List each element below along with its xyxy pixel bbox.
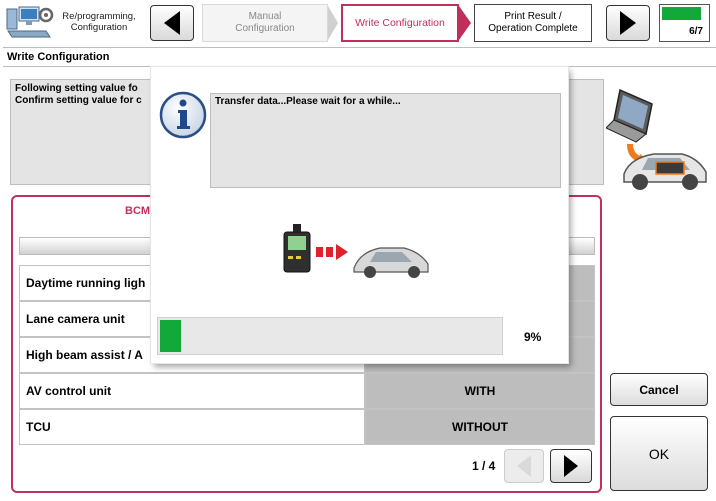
triangle-right-icon — [564, 455, 578, 477]
step-arrow-separator — [328, 6, 338, 40]
setting-name: AV control unit — [19, 373, 365, 409]
table-row[interactable]: TCU WITHOUT — [19, 409, 595, 445]
step-progress-fill — [662, 7, 701, 20]
next-button[interactable] — [606, 5, 650, 41]
step-write-configuration: Write Configuration — [341, 4, 459, 42]
laptop-car-icon — [606, 88, 707, 190]
cancel-button[interactable]: Cancel — [610, 373, 708, 406]
pc-gear-icon — [6, 6, 54, 38]
info-icon — [159, 91, 207, 139]
triangle-left-icon — [517, 455, 531, 477]
transfer-progress-percent: 9% — [524, 330, 542, 344]
transfer-progress-dialog: Transfer data...Please wait for a while.… — [151, 67, 568, 363]
page-title: Write Configuration — [3, 47, 716, 67]
next-page-button[interactable] — [550, 449, 592, 483]
setting-name: TCU — [19, 409, 365, 445]
vi-to-car-icon — [283, 224, 429, 278]
dialog-message: Transfer data...Please wait for a while.… — [210, 93, 561, 188]
step-progress-label: 6/7 — [689, 26, 703, 37]
table-row[interactable]: AV control unit WITH — [19, 373, 595, 409]
page-indicator: 1 / 4 — [472, 459, 496, 473]
previous-page-button[interactable] — [504, 449, 544, 483]
step-reprogramming-label: Re/programming, Configuration — [62, 11, 136, 33]
transfer-progress-bar — [157, 317, 503, 355]
tab-bcm[interactable]: BCM — [125, 205, 150, 217]
triangle-right-icon — [620, 11, 636, 35]
back-button[interactable] — [150, 5, 194, 41]
step-arrow-separator — [459, 6, 471, 40]
triangle-left-icon — [164, 11, 180, 35]
ok-button[interactable]: OK — [610, 416, 708, 491]
setting-value: WITH — [365, 373, 595, 409]
step-progress-indicator: 6/7 — [659, 4, 710, 42]
transfer-progress-fill — [160, 320, 181, 352]
step-navigation-bar: Re/programming, Configuration Manual Con… — [0, 0, 716, 45]
step-print-result: Print Result / Operation Complete — [474, 4, 592, 42]
step-manual-configuration: Manual Configuration — [202, 4, 328, 42]
setting-value: WITHOUT — [365, 409, 595, 445]
